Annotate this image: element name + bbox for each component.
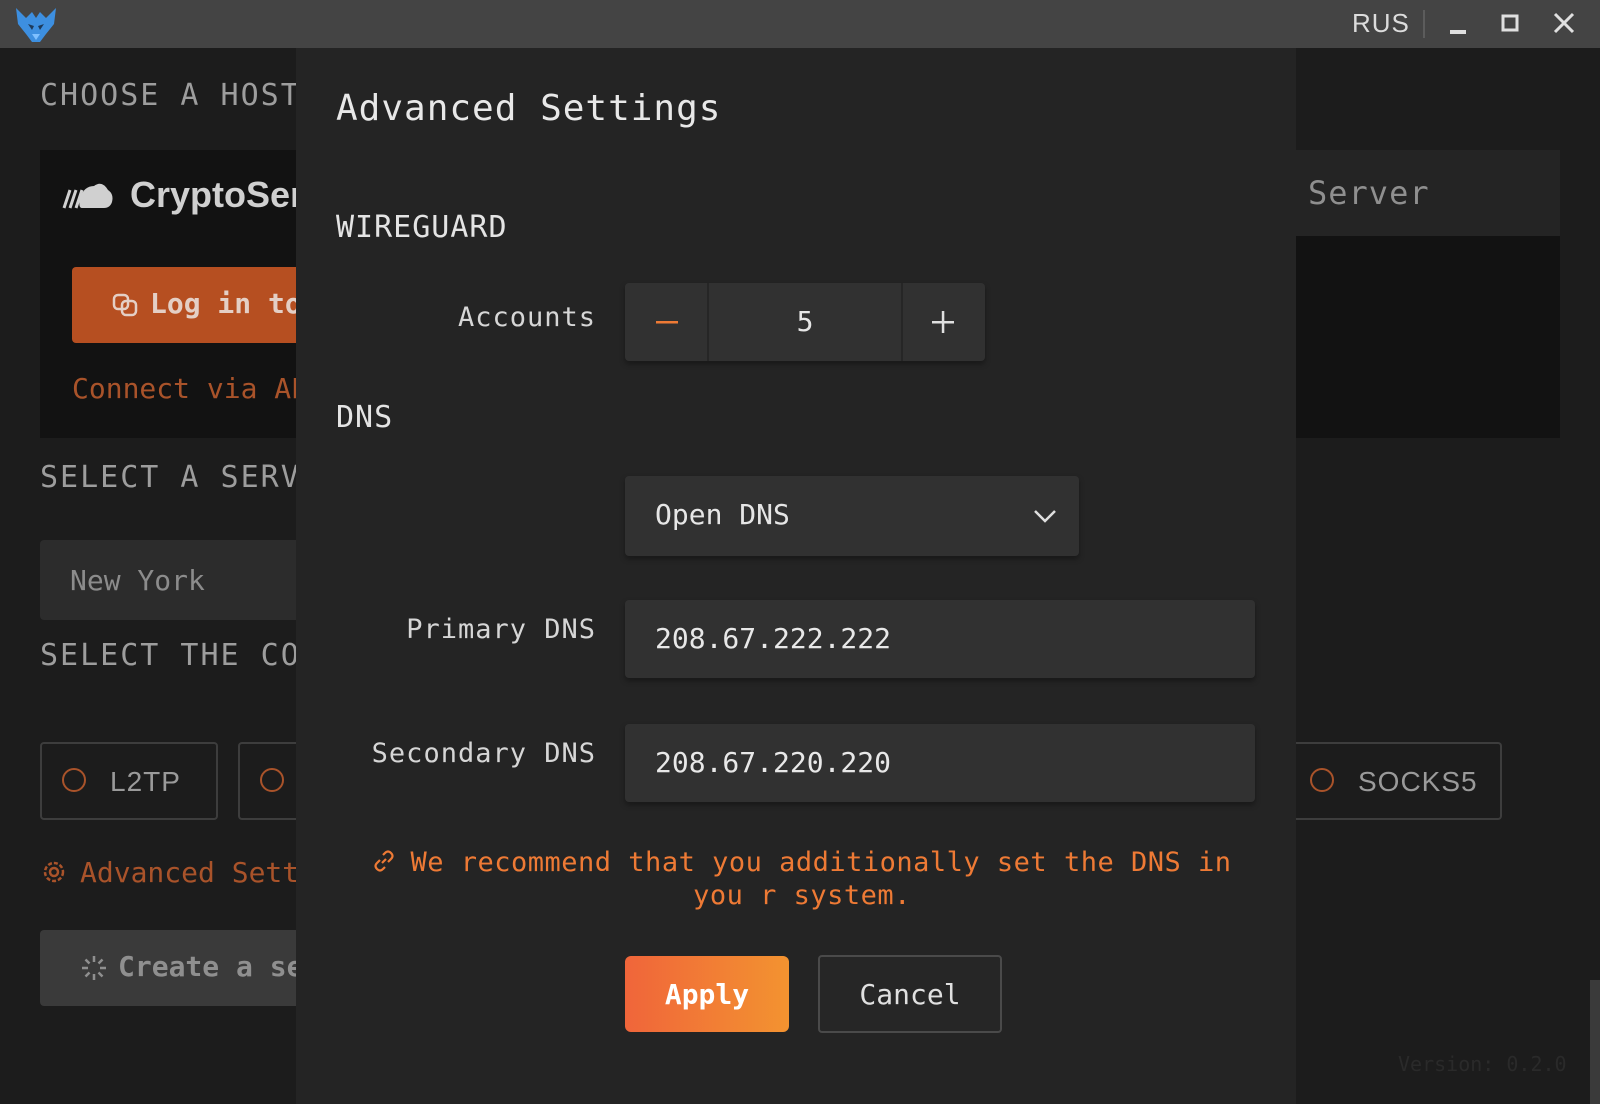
advanced-settings-label: Advanced Sett [80,856,300,889]
spinner-icon [82,956,106,980]
accounts-label: Accounts [457,302,596,333]
login-button-label: Log in to [150,287,302,320]
link-icon [112,293,138,317]
secondary-dns-label: Secondary DNS [371,738,596,769]
scrollbar[interactable] [1590,980,1600,1104]
close-icon[interactable] [1546,8,1582,40]
dns-recommendation-text: We recommend that you additionally set t… [410,847,1232,911]
radio-button[interactable] [260,768,284,792]
title-bar: RUS [0,0,1600,48]
protocol-label: SOCKS5 [1358,766,1478,797]
primary-dns-field[interactable] [625,600,1255,678]
minus-icon[interactable] [625,283,709,361]
radio-socks5[interactable] [1310,768,1334,792]
link-icon [374,850,395,872]
secondary-dns-input[interactable] [655,742,1225,782]
wireguard-section-title: WIREGUARD [336,210,508,245]
primary-dns-input[interactable] [655,618,1225,658]
titlebar-divider [1423,10,1425,38]
app-logo-icon [16,8,56,42]
apply-button[interactable]: Apply [625,956,789,1032]
cloud-icon [62,183,113,209]
tab-server[interactable]: Server [1296,150,1560,236]
protocol-option-socks5[interactable]: SOCKS5 [1270,742,1502,820]
city-select-value: New York [70,564,205,597]
language-switch[interactable]: RUS [1352,8,1410,39]
secondary-dns-field[interactable] [625,724,1255,802]
dns-provider-value: Open DNS [655,498,790,531]
accounts-value: 5 [796,305,814,338]
dns-section-title: DNS [336,400,394,435]
create-server-label: Create a se [118,950,304,983]
minimize-icon[interactable] [1440,8,1476,40]
chevron-down-icon [1034,510,1056,523]
primary-dns-label: Primary DNS [406,614,596,645]
provider-name: CryptoSer [130,174,305,215]
gear-icon [43,861,65,883]
protocol-label: L2TP [110,766,181,797]
tab-server-label: Server [1308,174,1430,212]
server-heading: SELECT A SERVE [40,460,321,495]
radio-l2tp[interactable] [62,768,86,792]
cancel-button[interactable]: Cancel [818,955,1002,1033]
connection-heading: SELECT THE CON [40,638,321,673]
maximize-icon[interactable] [1492,8,1528,40]
dns-recommendation-note: We recommend that you additionally set t… [352,846,1252,912]
connect-api-link[interactable]: Connect via AP [72,372,308,405]
protocol-option-l2tp[interactable]: L2TP [40,742,218,820]
hosting-heading: CHOOSE A HOSTI [40,78,321,113]
accounts-stepper[interactable]: 5 [625,283,985,361]
dialog-title: Advanced Settings [336,88,722,129]
version-label: Version: 0.2.0 [1398,1052,1567,1076]
plus-icon[interactable] [901,283,985,361]
advanced-settings-dialog: Advanced Settings WIREGUARD Accounts 5 D… [296,48,1296,1104]
dns-provider-select[interactable]: Open DNS [625,476,1079,556]
advanced-settings-link[interactable]: Advanced Sett [40,856,299,889]
